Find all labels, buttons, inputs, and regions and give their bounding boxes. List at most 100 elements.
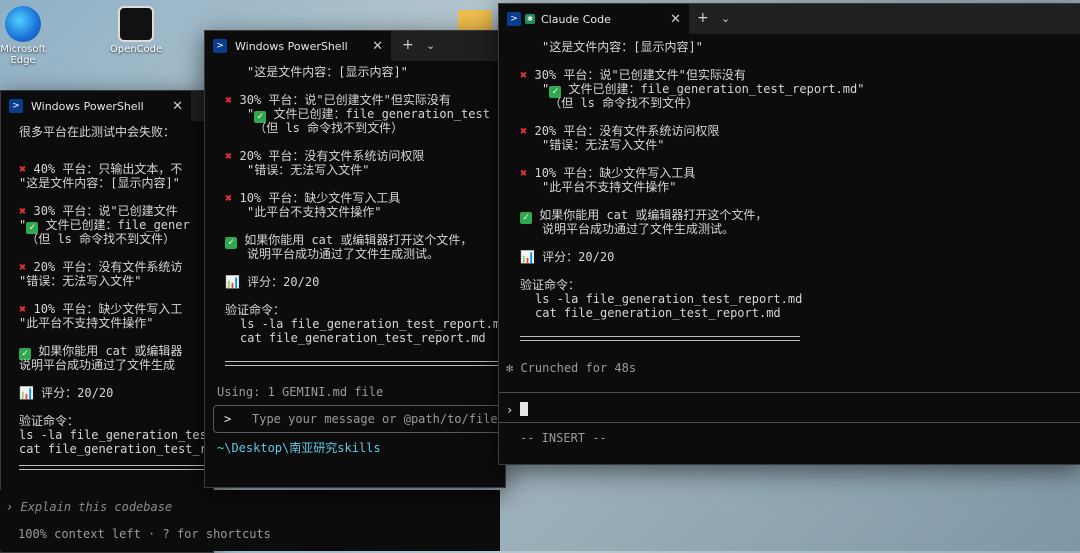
terminal-output: "这是文件内容：[显示内容]" ✖ 30% 平台：说"已创建文件"但实际没有 "… bbox=[499, 34, 1080, 464]
divider bbox=[499, 392, 1080, 393]
current-path: ~\Desktop\南亚研究skills bbox=[217, 441, 381, 455]
context-info: Using: 1 GEMINI.md file bbox=[217, 385, 384, 399]
claude-icon: ✱ bbox=[525, 14, 535, 24]
status-message: ✻ Crunched for 48s bbox=[506, 361, 637, 375]
output-line: "此平台不支持文件操作" bbox=[19, 316, 154, 330]
terminal-output: "这是文件内容：[显示内容]" ✖ 30% 平台：说"已创建文件"但实际没有 "… bbox=[205, 61, 505, 487]
output-line: 说明平台成功通过了文件生成测试。 bbox=[542, 222, 735, 236]
opencode-icon bbox=[118, 6, 154, 42]
output-line: "此平台不支持文件操作" bbox=[542, 180, 677, 194]
tab-windows-powershell[interactable]: > Windows PowerShell ✕ bbox=[1, 91, 191, 121]
cross-icon: ✖ bbox=[520, 124, 528, 138]
output-line: ✖ 10% 平台：缺少文件写入工 bbox=[19, 302, 183, 316]
output-line: ✖ 30% 平台：说"已创建文件 bbox=[19, 204, 178, 218]
tab-windows-powershell[interactable]: > Windows PowerShell ✕ bbox=[205, 31, 391, 61]
output-line: ls -la file_generation_test_report.md bbox=[535, 292, 803, 306]
titlebar[interactable]: > ✱ Claude Code ✕ + ⌄ bbox=[499, 4, 1080, 34]
output-line: 验证命令： bbox=[225, 303, 286, 317]
output-line: 📊 评分：20/20 bbox=[225, 275, 320, 289]
chart-icon: 📊 bbox=[520, 250, 535, 264]
divider bbox=[225, 361, 505, 366]
check-icon: ✓ bbox=[520, 212, 532, 224]
cross-icon: ✖ bbox=[520, 166, 528, 180]
output-line: "这是文件内容：[显示内容]" bbox=[247, 65, 408, 79]
output-line: （但 ls 命令找不到文件） bbox=[19, 232, 176, 246]
close-icon[interactable]: ✕ bbox=[372, 39, 383, 54]
powershell-icon: > bbox=[213, 39, 227, 53]
output-line: 验证命令： bbox=[520, 278, 581, 292]
output-line: 说明平台成功通过了文件生成 bbox=[19, 358, 176, 372]
cross-icon: ✖ bbox=[19, 162, 27, 176]
output-line: "这是文件内容：[显示内容]" bbox=[19, 176, 180, 190]
powershell-window-1: > Windows PowerShell ✕ 很多平台在此测试中会失败： ✖ 4… bbox=[0, 90, 214, 553]
output-line: ✖ 20% 平台：没有文件系统访问权限 bbox=[520, 124, 720, 138]
tab-title: Claude Code bbox=[541, 12, 611, 26]
new-tab-button[interactable]: + bbox=[402, 37, 414, 53]
output-line: "错误：无法写入文件" bbox=[19, 274, 142, 288]
powershell-icon: > bbox=[9, 99, 23, 113]
desktop-icon-label: Microsoft Edge bbox=[0, 44, 46, 66]
output-line: cat file_generation_test_report.md bbox=[535, 306, 781, 320]
output-line: ✖ 40% 平台：只输出文本，不 bbox=[19, 162, 183, 176]
output-line: ✖ 30% 平台：说"已创建文件"但实际没有 bbox=[520, 68, 746, 82]
prompt-input[interactable]: › bbox=[506, 402, 529, 417]
message-input[interactable]: > Type your message or @path/to/file bbox=[213, 405, 505, 433]
output-line: "这是文件内容：[显示内容]" bbox=[542, 40, 703, 54]
titlebar[interactable]: > Windows PowerShell ✕ + ⌄ bbox=[205, 31, 505, 61]
close-icon[interactable]: ✕ bbox=[172, 99, 183, 114]
output-line: ✖ 30% 平台：说"已创建文件"但实际没有 bbox=[225, 93, 451, 107]
output-line: cat file_generation_test_report.md bbox=[240, 331, 486, 345]
desktop-icon-opencode[interactable]: OpenCode bbox=[101, 6, 171, 55]
chart-icon: 📊 bbox=[225, 275, 240, 289]
tab-title: Windows PowerShell bbox=[235, 39, 348, 53]
terminal-output: 很多平台在此测试中会失败： ✖ 40% 平台：只输出文本，不 "这是文件内容：[… bbox=[1, 121, 213, 552]
cross-icon: ✖ bbox=[225, 149, 233, 163]
output-line: ls -la file_generation_tes bbox=[19, 428, 207, 442]
edge-icon bbox=[5, 6, 41, 42]
cross-icon: ✖ bbox=[225, 93, 233, 107]
cross-icon: ✖ bbox=[225, 191, 233, 205]
close-icon[interactable]: ✕ bbox=[670, 12, 681, 27]
input-placeholder: Type your message or @path/to/file bbox=[252, 412, 498, 426]
divider bbox=[520, 336, 800, 341]
divider bbox=[19, 465, 209, 470]
text-cursor bbox=[520, 402, 529, 416]
output-line: "错误：无法写入文件" bbox=[542, 138, 665, 152]
check-icon: ✓ bbox=[225, 237, 237, 249]
output-line: ls -la file_generation_test_report.md bbox=[240, 317, 506, 331]
cross-icon: ✖ bbox=[19, 260, 27, 274]
titlebar[interactable]: > Windows PowerShell ✕ bbox=[1, 91, 213, 121]
output-line: 很多平台在此测试中会失败： bbox=[19, 125, 176, 139]
prompt-symbol: > bbox=[224, 412, 232, 426]
output-line: ✖ 20% 平台：没有文件系统访 bbox=[19, 260, 183, 274]
powershell-icon: > bbox=[507, 12, 521, 26]
powershell-window-2: > Windows PowerShell ✕ + ⌄ "这是文件内容：[显示内容… bbox=[204, 30, 506, 488]
desktop-icon-label: OpenCode bbox=[109, 44, 163, 55]
cross-icon: ✖ bbox=[19, 302, 27, 316]
prompt-input[interactable]: › Explain this codebase bbox=[6, 500, 172, 514]
new-tab-button[interactable]: + bbox=[697, 10, 709, 26]
chevron-down-icon[interactable]: ⌄ bbox=[721, 12, 730, 25]
output-line: （但 ls 命令找不到文件） bbox=[247, 121, 404, 135]
cross-icon: ✖ bbox=[19, 204, 27, 218]
output-line: 验证命令： bbox=[19, 414, 80, 428]
output-line: 📊 评分：20/20 bbox=[520, 250, 615, 264]
desktop-icon-edge[interactable]: Microsoft Edge bbox=[0, 6, 58, 66]
divider bbox=[499, 422, 1080, 423]
tab-claude-code[interactable]: > ✱ Claude Code ✕ bbox=[499, 4, 689, 34]
output-line: 📊 评分：20/20 bbox=[19, 386, 114, 400]
vim-mode-indicator: -- INSERT -- bbox=[520, 431, 607, 445]
output-line: ✖ 20% 平台：没有文件系统访问权限 bbox=[225, 149, 425, 163]
output-line: ✖ 10% 平台：缺少文件写入工具 bbox=[520, 166, 696, 180]
output-line: "错误：无法写入文件" bbox=[247, 163, 370, 177]
tab-title: Windows PowerShell bbox=[31, 99, 144, 113]
spinner-icon: ✻ bbox=[506, 361, 514, 375]
output-line: ✖ 10% 平台：缺少文件写入工具 bbox=[225, 191, 401, 205]
chat-prompt-area[interactable]: › Explain this codebase 100% context lef… bbox=[0, 490, 500, 551]
output-line: （但 ls 命令找不到文件） bbox=[542, 96, 699, 110]
chevron-down-icon[interactable]: ⌄ bbox=[426, 39, 435, 52]
output-line: "此平台不支持文件操作" bbox=[247, 205, 382, 219]
status-line: 100% context left · ? for shortcuts bbox=[18, 527, 271, 541]
output-line: 说明平台成功通过了文件生成测试。 bbox=[247, 247, 440, 261]
cross-icon: ✖ bbox=[520, 68, 528, 82]
